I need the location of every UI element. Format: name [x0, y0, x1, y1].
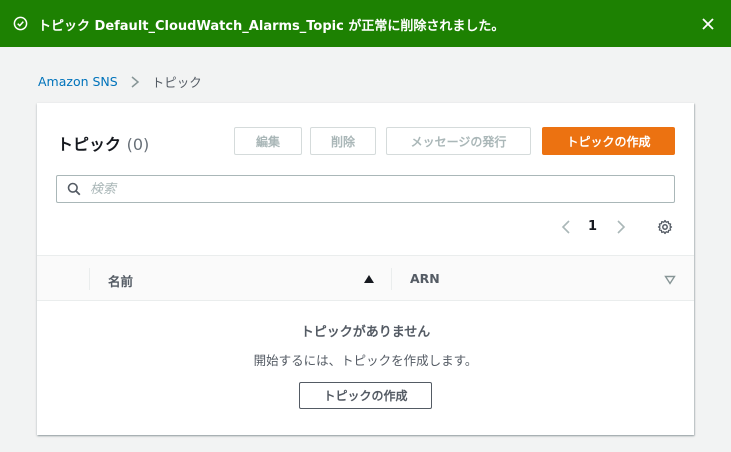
column-header-arn[interactable]: ARN: [410, 271, 440, 286]
search-field[interactable]: [56, 175, 675, 203]
publish-message-button[interactable]: メッセージの発行: [386, 127, 531, 155]
flash-message: トピック Default_CloudWatch_Alarms_Topic が正常…: [38, 19, 505, 34]
topics-panel: トピック (0) 編集 削除 メッセージの発行 トピックの作成 1 名前 ARN: [37, 103, 694, 435]
breadcrumb-link-sns[interactable]: Amazon SNS: [38, 74, 118, 89]
edit-button[interactable]: 編集: [234, 127, 302, 155]
success-flash-banner: トピック Default_CloudWatch_Alarms_Topic が正常…: [0, 0, 731, 47]
search-input[interactable]: [90, 179, 660, 199]
pagination: 1: [557, 217, 677, 237]
gear-icon[interactable]: [657, 219, 673, 235]
column-divider: [89, 268, 90, 290]
sort-caret-icon[interactable]: [664, 275, 676, 285]
empty-state-description: 開始するには、トピックを作成します。: [253, 353, 478, 368]
sort-ascending-icon[interactable]: [363, 274, 375, 284]
breadcrumb: Amazon SNS トピック: [38, 72, 202, 91]
empty-create-topic-button[interactable]: トピックの作成: [299, 382, 432, 409]
chevron-right-icon: [131, 75, 139, 88]
check-circle-icon: [13, 16, 28, 31]
column-header-name[interactable]: 名前: [108, 271, 133, 290]
create-topic-button[interactable]: トピックの作成: [542, 127, 675, 155]
page-number[interactable]: 1: [588, 219, 597, 234]
chevron-right-icon[interactable]: [616, 219, 626, 235]
topic-count: (0): [126, 135, 150, 154]
empty-state-title: トピックがありません: [300, 325, 431, 340]
search-icon: [67, 182, 81, 196]
breadcrumb-current: トピック: [151, 75, 202, 90]
chevron-left-icon[interactable]: [561, 219, 571, 235]
table-header: 名前 ARN: [37, 255, 694, 301]
column-divider: [391, 268, 392, 290]
panel-title-text: トピック: [57, 135, 122, 154]
close-icon[interactable]: [700, 16, 716, 32]
delete-button[interactable]: 削除: [310, 127, 376, 155]
panel-title: トピック (0): [57, 131, 149, 155]
